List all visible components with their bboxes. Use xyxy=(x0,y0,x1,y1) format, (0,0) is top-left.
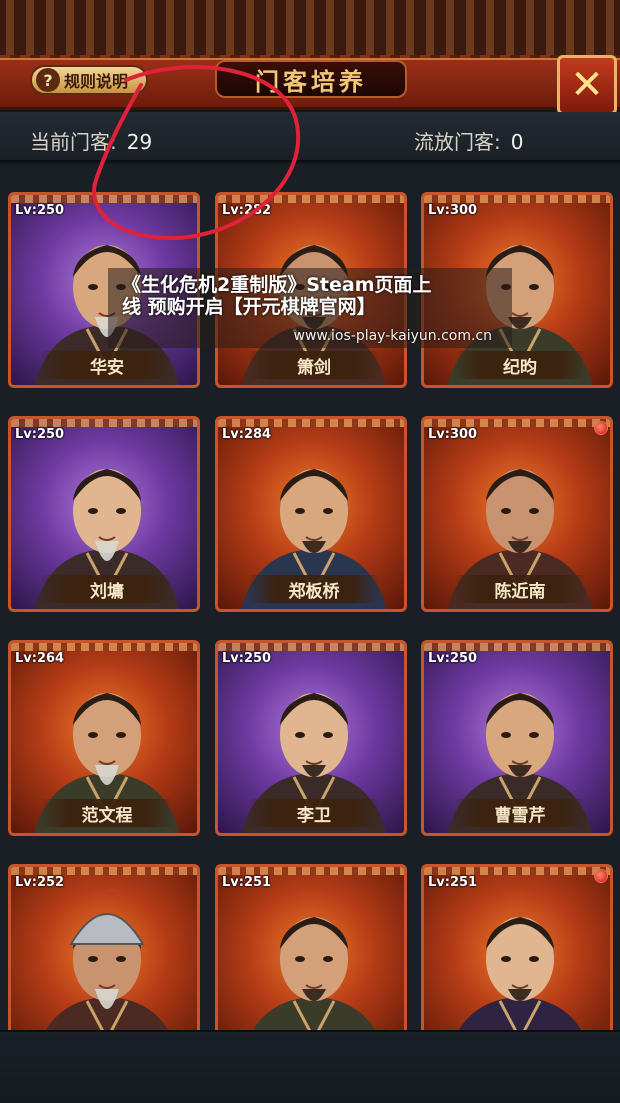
retainer-level: Lv:252 xyxy=(15,875,65,890)
retainer-name: 范文程 xyxy=(41,799,173,827)
retainer-level: Lv:284 xyxy=(222,427,272,442)
page-title: 门客培养 xyxy=(215,60,407,98)
card-ornament xyxy=(11,643,197,651)
close-button[interactable]: ✕ xyxy=(557,55,617,115)
retainer-card[interactable]: Lv:264 范文程 xyxy=(8,640,200,836)
current-retainers-value: 29 xyxy=(126,130,153,154)
notification-dot-icon xyxy=(594,869,608,883)
exiled-retainers-value: 0 xyxy=(510,130,524,154)
card-ornament xyxy=(218,195,404,203)
retainer-level: Lv:250 xyxy=(15,203,65,218)
card-ornament xyxy=(11,195,197,203)
retainer-name: 纪昀 xyxy=(454,351,586,379)
retainer-level: Lv:264 xyxy=(15,651,65,666)
card-ornament xyxy=(11,419,197,427)
retainer-card[interactable]: Lv:300 陈近南 xyxy=(421,416,613,612)
exiled-retainers-label: 流放门客: xyxy=(414,130,501,154)
watermark-url: www.ios-play-kaiyun.com.cn xyxy=(293,328,493,344)
retainer-name: 刘墉 xyxy=(41,575,173,603)
retainer-level: Lv:300 xyxy=(428,203,478,218)
card-ornament xyxy=(424,867,610,875)
retainer-card[interactable]: Lv:250 曹雪芹 xyxy=(421,640,613,836)
bottom-bar xyxy=(0,1030,620,1103)
card-ornament xyxy=(424,419,610,427)
retainer-name: 箫剑 xyxy=(248,351,380,379)
retainer-card[interactable]: Lv:250 刘墉 xyxy=(8,416,200,612)
card-ornament xyxy=(424,195,610,203)
retainer-name: 华安 xyxy=(41,351,173,379)
question-icon: ? xyxy=(36,68,60,92)
stats-bar: 当前门客: 29 流放门客: 0 xyxy=(0,112,620,162)
retainer-level: Lv:282 xyxy=(222,203,272,218)
watermark-line-1: 《生化危机2重制版》Steam页面上 xyxy=(122,274,432,296)
retainer-level: Lv:250 xyxy=(15,427,65,442)
roof-decoration xyxy=(0,0,620,63)
retainer-name: 李卫 xyxy=(248,799,380,827)
card-ornament xyxy=(424,643,610,651)
watermark-line-2: 线 预购开启【开元棋牌官网】 xyxy=(122,296,376,318)
rules-button[interactable]: ? 规则说明 xyxy=(30,65,148,95)
retainer-card[interactable]: Lv:284 郑板桥 xyxy=(215,416,407,612)
close-x-icon: ✕ xyxy=(570,62,604,108)
retainer-level: Lv:250 xyxy=(428,651,478,666)
exiled-retainers: 流放门客: 0 xyxy=(414,126,523,155)
watermark-overlay: 《生化危机2重制版》Steam页面上 线 预购开启【开元棋牌官网】 www.io… xyxy=(108,268,512,348)
current-retainers-label: 当前门客: xyxy=(30,130,117,154)
retainer-level: Lv:300 xyxy=(428,427,478,442)
retainer-level: Lv:251 xyxy=(428,875,478,890)
notification-dot-icon xyxy=(594,421,608,435)
card-ornament xyxy=(11,867,197,875)
card-ornament xyxy=(218,867,404,875)
card-ornament xyxy=(218,643,404,651)
retainer-name: 陈近南 xyxy=(454,575,586,603)
retainer-card[interactable]: Lv:250 李卫 xyxy=(215,640,407,836)
current-retainers: 当前门客: 29 xyxy=(30,126,152,155)
rules-label: 规则说明 xyxy=(64,72,129,91)
retainer-name: 郑板桥 xyxy=(248,575,380,603)
retainer-level: Lv:251 xyxy=(222,875,272,890)
retainer-name: 曹雪芹 xyxy=(454,799,586,827)
card-ornament xyxy=(218,419,404,427)
retainer-level: Lv:250 xyxy=(222,651,272,666)
